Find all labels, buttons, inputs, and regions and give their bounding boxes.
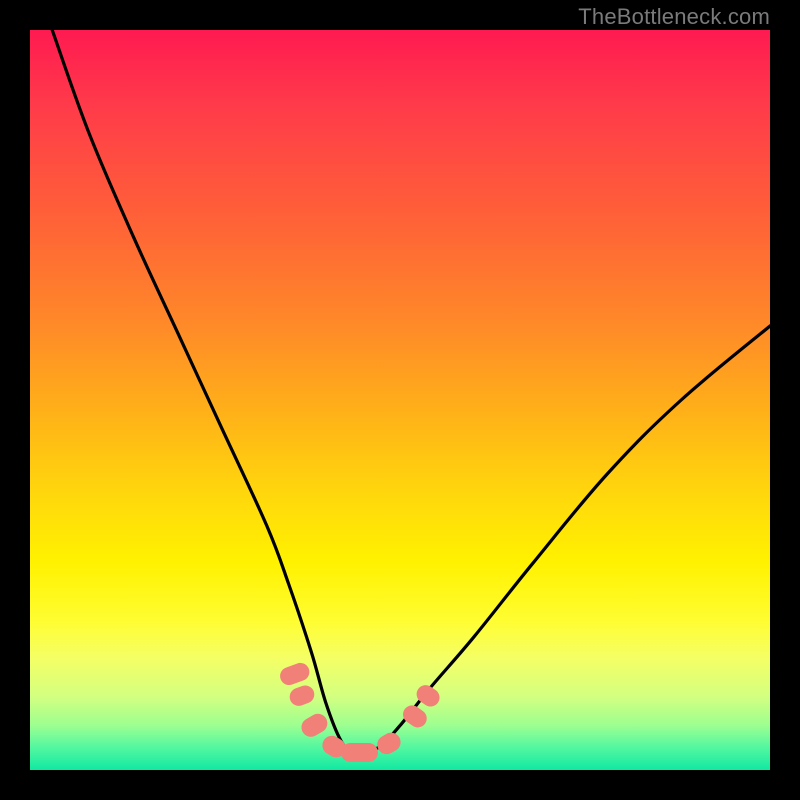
chart-frame: TheBottleneck.com — [0, 0, 800, 800]
bottleneck-curve-svg — [30, 30, 770, 770]
trough-marker — [341, 743, 378, 762]
watermark-text: TheBottleneck.com — [578, 4, 770, 30]
plot-area — [30, 30, 770, 770]
bottleneck-curve-path — [52, 30, 770, 755]
